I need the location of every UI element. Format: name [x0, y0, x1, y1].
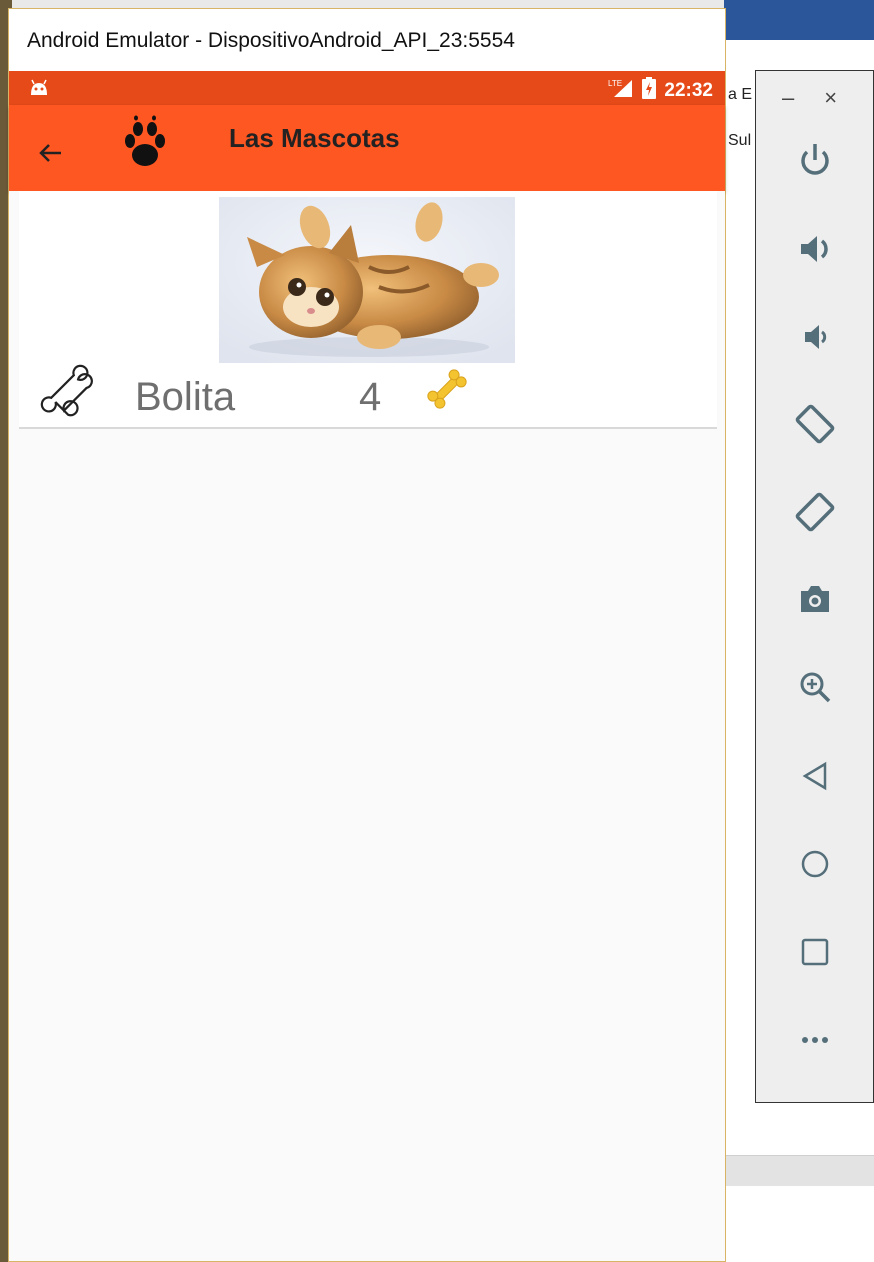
status-time: 22:32 — [664, 79, 713, 101]
volume-down-icon — [795, 317, 835, 362]
pet-name: Bolita — [135, 375, 236, 419]
screenshot-button[interactable] — [790, 576, 840, 626]
background-text: a E — [728, 86, 753, 103]
power-icon — [795, 140, 835, 185]
kitten-photo — [219, 197, 515, 363]
zoom-button[interactable] — [790, 664, 840, 714]
paw-icon — [123, 115, 167, 176]
background-app-titlebar — [724, 0, 874, 40]
minimize-button[interactable]: – — [782, 85, 794, 111]
more-button[interactable] — [790, 1017, 840, 1067]
more-dots-icon — [795, 1020, 835, 1065]
volume-down-button[interactable] — [790, 314, 840, 364]
volume-up-button[interactable] — [790, 226, 840, 276]
camera-icon — [795, 579, 835, 624]
zoom-icon — [795, 667, 835, 712]
rotate-left-icon — [793, 402, 837, 451]
background-statusbar — [724, 1155, 874, 1186]
gold-bone-icon[interactable] — [423, 365, 471, 418]
android-status-bar: LTE 22:32 — [9, 71, 725, 105]
close-button[interactable]: × — [824, 85, 837, 111]
background-text: Sul — [728, 132, 752, 149]
overview-button[interactable] — [790, 929, 840, 979]
window-titlebar[interactable]: Android Emulator - DispositivoAndroid_AP… — [9, 9, 725, 71]
back-arrow-icon[interactable] — [35, 137, 67, 169]
overview-square-icon — [795, 932, 835, 977]
lte-label: LTE — [608, 79, 622, 88]
pet-list[interactable]: Bolita 4 — [9, 191, 725, 1261]
power-button[interactable] — [790, 137, 840, 187]
battery-charging-icon — [642, 77, 657, 104]
pet-card[interactable]: Bolita 4 — [19, 191, 717, 429]
window-title: Android Emulator - DispositivoAndroid_AP… — [27, 29, 515, 52]
android-robot-icon — [29, 79, 49, 102]
rotate-right-button[interactable] — [790, 489, 840, 539]
pet-likes-count: 4 — [359, 375, 382, 419]
rotate-left-button[interactable] — [790, 401, 840, 451]
lte-signal-icon: LTE — [608, 78, 634, 103]
app-toolbar: Las Mascotas — [9, 105, 725, 191]
rotate-right-icon — [793, 490, 837, 539]
emulator-control-panel: – × — [755, 70, 874, 1103]
back-button[interactable] — [790, 753, 840, 803]
back-triangle-icon — [795, 756, 835, 801]
volume-up-icon — [795, 229, 835, 274]
emulator-window: Android Emulator - DispositivoAndroid_AP… — [8, 8, 726, 1262]
bone-outline-icon — [39, 363, 103, 432]
home-button[interactable] — [790, 841, 840, 891]
home-circle-icon — [795, 844, 835, 889]
app-title: Las Mascotas — [229, 123, 400, 153]
